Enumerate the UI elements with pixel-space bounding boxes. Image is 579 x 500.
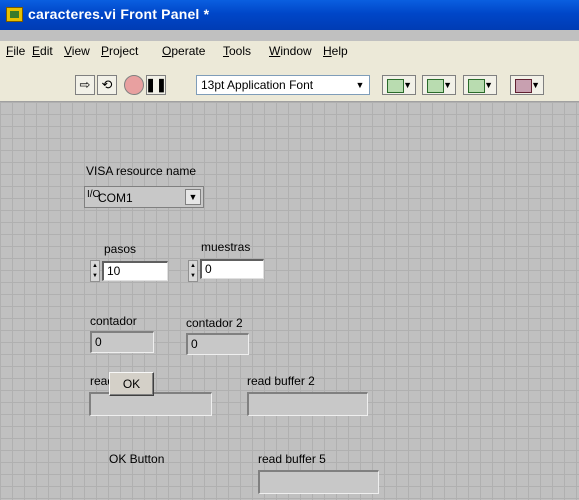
read-buffer5-label: read buffer 5: [258, 452, 326, 466]
pasos-field[interactable]: 10: [102, 261, 168, 281]
menu-mnemonic: P: [101, 44, 110, 58]
contador-label: contador: [90, 314, 137, 328]
muestras-stepper[interactable]: ▲ ▼: [188, 260, 198, 282]
window-title: caracteres.vi Front Panel *: [28, 6, 210, 22]
pasos-label: pasos: [104, 242, 137, 256]
menu-mnemonic: E: [32, 44, 41, 58]
font-select[interactable]: 13pt Application Font ▼: [196, 75, 370, 95]
run-arrow-icon[interactable]: ⇨: [75, 75, 95, 95]
menu-item-file[interactable]: File: [6, 44, 25, 58]
menu-mnemonic: H: [323, 44, 332, 58]
read-buffer5-indicator: [258, 470, 379, 494]
pasos-stepper[interactable]: ▲ ▼: [90, 260, 100, 282]
resize-icon[interactable]: ▼: [463, 75, 497, 95]
menu-item-edit[interactable]: Edit: [32, 44, 53, 58]
distribute-icon[interactable]: ▼: [422, 75, 456, 95]
window-titlebar[interactable]: caracteres.vi Front Panel *: [0, 0, 579, 30]
muestras-field[interactable]: 0: [200, 259, 264, 279]
contador2-label: contador 2: [186, 316, 243, 330]
menu-item-tools[interactable]: Tools: [223, 44, 251, 58]
ok-button-label: OK Button: [109, 452, 165, 466]
chevron-down-icon: ▼: [355, 80, 365, 90]
labview-vi-icon: [6, 7, 23, 22]
contador-indicator: 0: [90, 331, 154, 353]
menu-bar: File Edit View Project Operate Tools Window Hel…: [0, 41, 579, 63]
chevron-down-icon: ▼: [185, 189, 201, 205]
menu-item-view[interactable]: View: [64, 44, 90, 58]
toolbar: ⇨ ⟲ ❚❚ 13pt Application Font ▼ ▼ ▼ ▼ ▼: [0, 63, 579, 102]
menu-item-window[interactable]: Window: [269, 44, 312, 58]
reorder-icon[interactable]: ▼: [510, 75, 544, 95]
read-buffer2-label: read buffer 2: [247, 374, 315, 388]
align-icon[interactable]: ▼: [382, 75, 416, 95]
font-select-label: 13pt Application Font: [201, 78, 314, 92]
menu-mnemonic: O: [162, 44, 172, 58]
visa-label: VISA resource name: [86, 164, 197, 178]
muestras-label: muestras: [201, 240, 251, 254]
menu-item-help[interactable]: Help: [323, 44, 348, 58]
menu-mnemonic: V: [64, 44, 72, 58]
visa-resource-select[interactable]: I/O COM1 ▼: [84, 186, 204, 208]
menu-mnemonic: F: [6, 44, 14, 58]
menu-item-project[interactable]: Project: [101, 44, 138, 58]
visa-value: COM1: [98, 191, 133, 205]
read-buffer2-indicator: [247, 392, 368, 416]
menu-item-operate[interactable]: Operate: [162, 44, 205, 58]
pause-icon[interactable]: ❚❚: [145, 75, 167, 95]
contador2-indicator: 0: [186, 333, 249, 355]
run-continuous-icon[interactable]: ⟲: [97, 75, 117, 95]
menu-mnemonic: T: [223, 44, 229, 58]
ok-button[interactable]: OK: [109, 372, 154, 396]
abort-icon[interactable]: [124, 75, 144, 95]
front-panel: VISA resource name I/O COM1 ▼ pasos ▲ ▼ 1…: [0, 102, 579, 500]
menu-mnemonic: W: [269, 44, 281, 58]
